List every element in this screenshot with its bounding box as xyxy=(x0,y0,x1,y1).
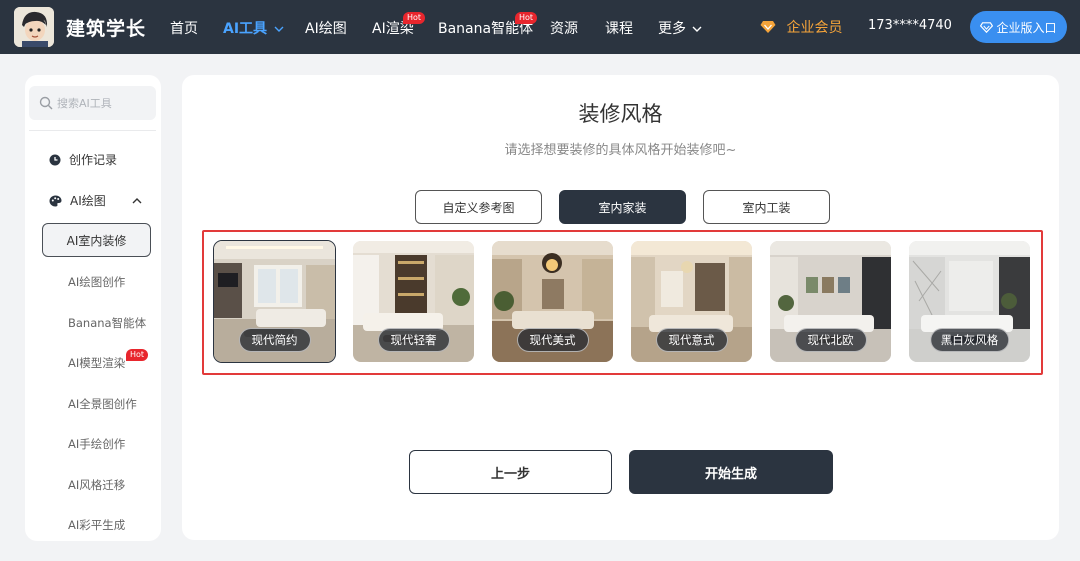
style-card-label: 现代北欧 xyxy=(794,328,867,352)
brand-name[interactable]: 建筑学长 xyxy=(66,14,146,41)
enterprise-member[interactable]: 企业会员 xyxy=(760,17,842,37)
style-card-label: 现代美式 xyxy=(516,328,589,352)
style-card-black-white-gray[interactable]: 黑白灰风格 xyxy=(909,241,1030,362)
nav-courses[interactable]: 课程 xyxy=(605,18,633,38)
sidebar-group-label: AI绘图 xyxy=(70,194,106,208)
style-card-modern-nordic[interactable]: 现代北欧 xyxy=(770,241,891,362)
sidebar-item-ai-style-transfer[interactable]: AI风格迁移 xyxy=(68,477,125,493)
main-panel: 装修风格 请选择想要装修的具体风格开始装修吧~ 自定义参考图 室内家装 室内工装… xyxy=(182,75,1059,540)
tab-home-interior[interactable]: 室内家装 xyxy=(559,190,686,224)
sidebar-item-ai-interior[interactable]: AI室内装修 xyxy=(42,223,151,257)
tab-custom-reference[interactable]: 自定义参考图 xyxy=(415,190,542,224)
style-card-label: 现代简约 xyxy=(238,328,311,352)
nav-resources[interactable]: 资源 xyxy=(550,18,578,38)
search-icon xyxy=(39,96,53,110)
previous-step-button[interactable]: 上一步 xyxy=(409,450,612,494)
nav-more[interactable]: 更多 xyxy=(658,18,702,38)
enterprise-entry-button[interactable]: 企业版入口 xyxy=(970,11,1067,43)
style-card-modern-luxury[interactable]: 现代轻奢 xyxy=(353,241,474,362)
style-card-modern-simple[interactable]: 现代简约 xyxy=(213,240,336,363)
chevron-down-icon xyxy=(274,26,284,32)
start-generate-button[interactable]: 开始生成 xyxy=(629,450,833,494)
nav-home[interactable]: 首页 xyxy=(170,18,198,38)
style-card-modern-italian[interactable]: 现代意式 xyxy=(631,241,752,362)
sidebar-item-ai-sketch[interactable]: AI手绘创作 xyxy=(68,436,125,452)
chevron-down-icon xyxy=(692,26,702,32)
member-label: 企业会员 xyxy=(786,20,843,36)
nav-ai-drawing[interactable]: AI绘图 xyxy=(305,18,347,38)
chevron-up-icon xyxy=(132,197,142,203)
sidebar-item-banana-agent[interactable]: Banana智能体 xyxy=(68,315,146,331)
palette-icon xyxy=(49,195,62,206)
style-cards-container: 现代简约 现代轻奢 现代美式 现代意式 现代北欧 黑白灰风格 xyxy=(202,230,1043,375)
top-navigation-bar: 建筑学长 首页 AI工具 AI绘图 AI渲染 Hot Banana智能体 Hot… xyxy=(0,0,1080,54)
diamond-icon xyxy=(980,21,994,33)
avatar-logo[interactable] xyxy=(14,7,54,47)
clock-icon xyxy=(49,154,61,165)
diamond-icon xyxy=(760,21,776,33)
enterprise-entry-label: 企业版入口 xyxy=(996,20,1057,35)
tab-commercial-interior[interactable]: 室内工装 xyxy=(703,190,830,224)
page-title: 装修风格 xyxy=(578,102,663,126)
sidebar-item-ai-drawing-create[interactable]: AI绘图创作 xyxy=(68,274,125,290)
page-subtitle: 请选择想要装修的具体风格开始装修吧~ xyxy=(504,143,737,158)
nav-more-label: 更多 xyxy=(658,21,686,37)
sidebar-item-ai-model-render[interactable]: AI模型渲染 xyxy=(68,355,125,371)
hot-badge: Hot xyxy=(403,12,426,24)
style-card-label: 现代意式 xyxy=(655,328,728,352)
style-card-modern-american[interactable]: 现代美式 xyxy=(492,241,613,362)
search-box[interactable] xyxy=(29,86,156,120)
hot-badge: Hot xyxy=(515,12,538,24)
search-input[interactable] xyxy=(57,96,147,110)
sidebar-item-history[interactable]: 创作记录 xyxy=(49,151,117,168)
divider xyxy=(29,130,156,131)
nav-ai-tools-label: AI工具 xyxy=(223,21,268,37)
sidebar-item-ai-panorama[interactable]: AI全景图创作 xyxy=(68,396,137,412)
nav-ai-tools[interactable]: AI工具 xyxy=(223,18,284,38)
sidebar-item-label: 创作记录 xyxy=(69,153,118,167)
sidebar-group-ai-drawing[interactable]: AI绘图 xyxy=(49,192,142,209)
style-card-label: 现代轻奢 xyxy=(377,328,450,352)
style-card-label: 黑白灰风格 xyxy=(929,328,1010,352)
sidebar-item-ai-color-plan[interactable]: AI彩平生成 xyxy=(68,517,125,533)
sidebar: 创作记录 AI绘图 AI室内装修 AI绘图创作 Banana智能体 AI模型渲染… xyxy=(25,75,161,541)
hot-badge: Hot xyxy=(126,349,149,361)
user-phone[interactable]: 173****4740 xyxy=(868,18,952,33)
